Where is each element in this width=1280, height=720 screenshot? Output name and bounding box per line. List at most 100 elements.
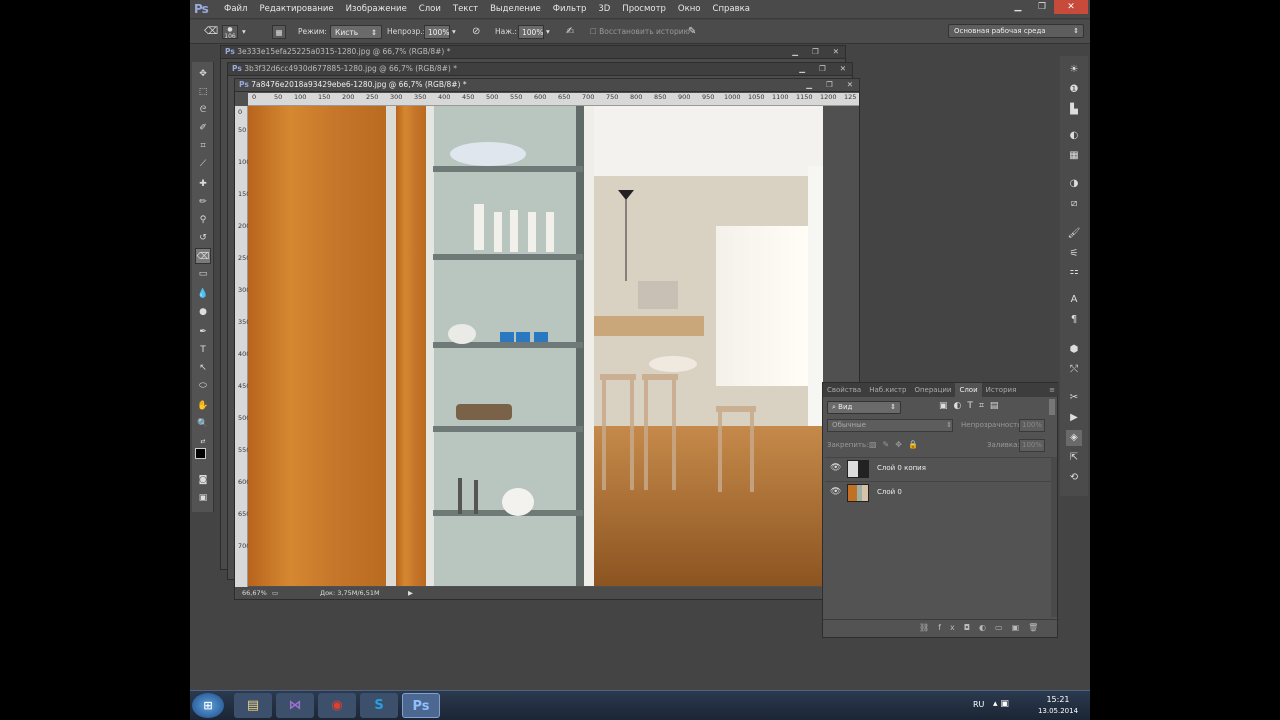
panel-menu-icon[interactable]: ≡: [1045, 383, 1059, 397]
flow-input[interactable]: 100%: [518, 25, 544, 39]
color-icon[interactable]: ◐: [1066, 128, 1082, 144]
menu-edit[interactable]: Редактирование: [253, 0, 339, 19]
path-icon[interactable]: ⤲: [1066, 362, 1082, 378]
layer-actions-icons[interactable]: ⛓fx◘◐▭▣🗑: [919, 623, 1047, 632]
lock-icons[interactable]: ▧✎✥🔒: [869, 440, 924, 449]
tab-history[interactable]: История: [982, 383, 1021, 397]
move-tool-icon[interactable]: ✥: [195, 66, 211, 82]
opacity-slider-toggle[interactable]: ▾: [452, 25, 456, 39]
layer-filter-select[interactable]: ⌕ Вид ⇕: [827, 401, 901, 414]
3d-icon[interactable]: ⬢: [1066, 342, 1082, 358]
pen-tool-icon[interactable]: ✒: [195, 324, 211, 340]
zoom-level[interactable]: 66,67%: [242, 587, 267, 599]
quick-mask-icon[interactable]: ◙: [195, 472, 211, 488]
stamp-tool-icon[interactable]: ⚲: [195, 212, 211, 228]
menu-help[interactable]: Справка: [707, 0, 756, 19]
opacity-input[interactable]: 100%: [424, 25, 450, 39]
close-doc-icon[interactable]: ✕: [840, 63, 846, 75]
chrome-taskbar-icon[interactable]: ◉: [318, 693, 356, 718]
close-button[interactable]: ✕: [1054, 0, 1088, 14]
zoom-tool-icon[interactable]: 🔍: [195, 416, 211, 432]
layers-icon[interactable]: ◈: [1066, 430, 1082, 446]
pressure-opacity-icon[interactable]: ⊘: [472, 25, 480, 39]
tab-actions[interactable]: Операции: [910, 383, 955, 397]
gradient-tool-icon[interactable]: ▭: [195, 266, 211, 282]
menu-file[interactable]: Файл: [218, 0, 253, 19]
blur-tool-icon[interactable]: 💧: [195, 286, 211, 302]
adjustments-sun-icon[interactable]: ☀: [1066, 62, 1082, 78]
hand-tool-icon[interactable]: ✋: [195, 398, 211, 414]
brush-panel-toggle-icon[interactable]: ▦: [272, 25, 286, 39]
quick-select-tool-icon[interactable]: ✐: [195, 120, 211, 136]
language-indicator[interactable]: RU: [973, 700, 984, 709]
close-doc-icon[interactable]: ✕: [847, 79, 853, 91]
blend-mode-select[interactable]: Обычные ⇕: [827, 419, 953, 432]
layer-row[interactable]: 👁 Слой 0 копия: [825, 457, 1051, 480]
photoshop-taskbar-icon[interactable]: Ps: [402, 693, 440, 718]
info-icon[interactable]: ❶: [1066, 82, 1082, 98]
paragraph-icon[interactable]: ¶: [1066, 312, 1082, 328]
visual-studio-taskbar-icon[interactable]: ⋈: [276, 693, 314, 718]
clock-date[interactable]: 13.05.2014: [1030, 707, 1086, 715]
marquee-tool-icon[interactable]: ⬚: [195, 84, 211, 100]
clone-source-icon[interactable]: ⚏: [1066, 264, 1082, 280]
eye-icon[interactable]: 👁: [830, 487, 841, 497]
tray-icons[interactable]: ▴ ▣: [993, 699, 1009, 709]
layer-fill-input[interactable]: 100%: [1019, 439, 1045, 452]
explorer-taskbar-icon[interactable]: ▤: [234, 693, 272, 718]
character-icon[interactable]: A: [1066, 292, 1082, 308]
channels-icon[interactable]: ⇱: [1066, 450, 1082, 466]
adjustments-icon[interactable]: ◑: [1066, 176, 1082, 192]
brush-presets-icon[interactable]: 🖌: [1066, 226, 1082, 242]
styles-icon[interactable]: ⧄: [1066, 196, 1082, 212]
document-tab-2[interactable]: Ps 3b3f32d6cc4930d677885-1280.jpg @ 66,7…: [227, 62, 853, 76]
document-tab-1[interactable]: Ps 3e333e15efa25225a0315-1280.jpg @ 66,7…: [220, 45, 846, 59]
menu-window[interactable]: Окно: [672, 0, 707, 19]
menu-layers[interactable]: Слои: [413, 0, 447, 19]
swatches-icon[interactable]: ▦: [1066, 148, 1082, 164]
start-button[interactable]: ⊞: [192, 693, 224, 718]
layer-row[interactable]: 👁 Слой 0: [825, 481, 1051, 504]
minimize-doc-icon[interactable]: ▁: [806, 79, 812, 91]
menu-type[interactable]: Текст: [447, 0, 484, 19]
eye-icon[interactable]: 👁: [830, 463, 841, 473]
restore-button[interactable]: ❐: [1030, 0, 1054, 14]
airbrush-icon[interactable]: ✍: [566, 25, 574, 39]
tab-brush-presets[interactable]: Наб.кистр: [865, 383, 910, 397]
chevron-down-icon[interactable]: ▾: [242, 25, 246, 39]
document-tab-3[interactable]: Ps 7a8476e2018a93429ebe6-1280.jpg @ 66,7…: [234, 78, 860, 92]
flow-slider-toggle[interactable]: ▾: [546, 25, 550, 39]
workspace-select[interactable]: Основная рабочая среда ⇕: [948, 24, 1084, 38]
filter-icons[interactable]: ▣◐T⌗▤: [939, 401, 1004, 411]
menu-image[interactable]: Изображение: [340, 0, 413, 19]
mode-select[interactable]: Кисть ⇕: [330, 25, 382, 39]
tab-properties[interactable]: Свойства: [823, 383, 865, 397]
dodge-tool-icon[interactable]: ●: [195, 304, 211, 320]
restore-doc-icon[interactable]: ❐: [819, 63, 826, 75]
layer-opacity-input[interactable]: 100%: [1019, 419, 1045, 432]
eraser-tool-icon[interactable]: ⌫: [195, 248, 211, 264]
clock-time[interactable]: 15:21: [1036, 695, 1080, 704]
skype-taskbar-icon[interactable]: S: [360, 693, 398, 718]
restore-doc-icon[interactable]: ❐: [812, 46, 819, 58]
brush-settings-icon[interactable]: ⚟: [1066, 246, 1082, 262]
document-canvas[interactable]: [248, 106, 823, 586]
eyedropper-tool-icon[interactable]: ⟋: [195, 156, 211, 172]
menu-3d[interactable]: 3D: [592, 0, 616, 19]
tools-icon[interactable]: ✂: [1066, 390, 1082, 406]
brush-tool-icon[interactable]: ✏: [195, 194, 211, 210]
histogram-icon[interactable]: ▙: [1066, 102, 1082, 118]
crop-tool-icon[interactable]: ⌗: [195, 138, 211, 154]
minimize-doc-icon[interactable]: ▁: [792, 46, 798, 58]
menu-select[interactable]: Выделение: [484, 0, 547, 19]
actions-icon[interactable]: ▶: [1066, 410, 1082, 426]
status-menu-arrow-icon[interactable]: ▶: [408, 587, 413, 599]
shape-tool-icon[interactable]: ⬭: [195, 378, 211, 394]
type-tool-icon[interactable]: T: [195, 342, 211, 358]
restore-history-checkbox[interactable]: ☐ Восстановить историю: [590, 25, 690, 39]
path-select-tool-icon[interactable]: ↖: [195, 360, 211, 376]
layers-scrollbar[interactable]: [1051, 457, 1057, 617]
minimize-button[interactable]: ▁: [1006, 0, 1030, 14]
screen-mode-icon[interactable]: ▣: [195, 490, 211, 506]
brush-preset-picker[interactable]: ● 106: [222, 25, 238, 40]
